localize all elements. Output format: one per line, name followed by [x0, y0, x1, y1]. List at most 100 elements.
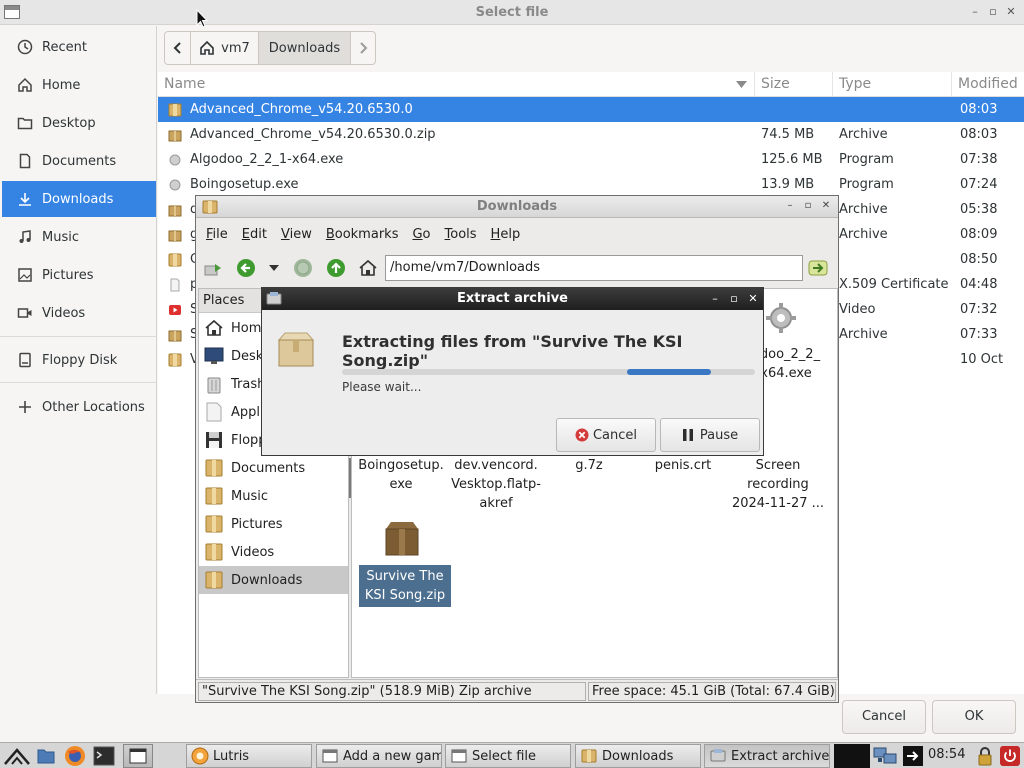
home-button[interactable] — [357, 257, 379, 279]
history-dropdown-button[interactable] — [263, 257, 285, 279]
file-manager-launcher[interactable] — [36, 746, 56, 766]
minimize-button[interactable]: – — [708, 292, 722, 306]
path-segment-home[interactable]: vm7 — [191, 32, 259, 64]
sidebar-item-recent[interactable]: Recent — [2, 29, 156, 65]
firefox-launcher[interactable] — [64, 745, 86, 767]
home-icon — [203, 317, 225, 339]
task-select-file[interactable]: Select file — [445, 744, 571, 768]
window-title: Select file — [475, 5, 549, 20]
places-item-label: Videos — [231, 544, 275, 560]
places-item-downloads[interactable]: Downloads — [199, 566, 348, 594]
file-row[interactable]: Boingosetup.exe 13.9 MB Program 07:24 — [158, 172, 1024, 197]
icon-label-g7z[interactable]: g.7z — [552, 456, 626, 475]
extract-pause-button[interactable]: Pause — [660, 418, 760, 452]
sidebar-item-other-locations[interactable]: Other Locations — [2, 389, 156, 425]
column-label: Size — [761, 76, 790, 92]
sidebar-item-videos[interactable]: Videos — [2, 295, 156, 331]
window-icon — [450, 747, 468, 765]
task-lutris[interactable]: Lutris — [186, 744, 312, 768]
menu-edit[interactable]: Edit — [242, 223, 267, 247]
menu-mnemonic: V — [280, 227, 290, 242]
icon-label-screen-recording[interactable]: Screen recording 2024-11-27 ... — [728, 456, 828, 513]
task-extract-archive[interactable]: Extract archive — [704, 744, 830, 768]
file-manager-titlebar[interactable]: Downloads – ▫ ✕ — [196, 196, 838, 218]
terminal-launcher[interactable] — [93, 745, 115, 767]
folder-icon — [203, 457, 225, 479]
sidebar-item-documents[interactable]: Documents — [2, 143, 156, 179]
extract-dialog-titlebar[interactable]: Extract archive – ▫ ✕ — [262, 288, 763, 310]
icon-label-penis-crt[interactable]: penis.crt — [640, 456, 726, 475]
extract-progress-bar — [342, 369, 755, 375]
column-header-type[interactable]: Type — [833, 72, 952, 97]
close-button[interactable]: ✕ — [1004, 5, 1018, 19]
column-header-size[interactable]: Size — [755, 72, 833, 97]
path-forward-button[interactable] — [351, 32, 375, 64]
path-segment-downloads[interactable]: Downloads — [259, 32, 351, 64]
close-button[interactable]: ✕ — [746, 292, 760, 306]
start-menu-button[interactable] — [2, 745, 32, 767]
menu-view[interactable]: View — [281, 223, 312, 247]
column-header-name[interactable]: Name — [158, 72, 755, 97]
maximize-button[interactable]: ▫ — [727, 292, 741, 306]
file-row[interactable]: Advanced_Chrome_v54.20.6530.0 08:03 — [158, 97, 1024, 122]
icon-label-vesktop[interactable]: dev.vencord. Vesktop.flatp- akref — [447, 456, 545, 513]
maximize-button[interactable]: ▫ — [802, 200, 814, 211]
menu-file[interactable]: File — [206, 223, 228, 247]
minimize-button[interactable]: – — [784, 200, 796, 211]
close-button[interactable]: ✕ — [820, 200, 832, 211]
places-item-pictures[interactable]: Pictures — [199, 510, 348, 538]
firefox-icon — [64, 745, 86, 767]
clock[interactable]: 08:54 — [928, 747, 965, 762]
menu-tools[interactable]: Tools — [445, 223, 477, 247]
window-title: Downloads — [476, 199, 558, 214]
file-row[interactable]: Advanced_Chrome_v54.20.6530.0.zip 74.5 MB… — [158, 122, 1024, 147]
path-back-button[interactable] — [165, 32, 191, 64]
places-item-videos[interactable]: Videos — [199, 538, 348, 566]
new-tab-button[interactable] — [202, 257, 224, 279]
file-type — [839, 347, 951, 372]
go-button[interactable] — [807, 257, 829, 279]
sidebar-item-pictures[interactable]: Pictures — [2, 257, 156, 293]
file-chooser-titlebar[interactable]: Select file – ▫ ✕ — [0, 0, 1024, 25]
lubuntu-menu-icon — [3, 746, 31, 766]
icon-label-survive-ksi[interactable]: Survive The KSI Song.zip — [359, 565, 451, 607]
column-header-modified[interactable]: Modified — [952, 72, 1024, 97]
network-tray-button[interactable] — [872, 745, 898, 767]
archive-icon — [709, 747, 727, 765]
up-button[interactable] — [325, 257, 347, 279]
pane-splitter[interactable] — [349, 458, 351, 498]
extract-cancel-button[interactable]: Cancel — [556, 418, 656, 452]
maximize-button[interactable]: ▫ — [986, 5, 1000, 19]
extract-archive-dialog: Extract archive – ▫ ✕ Extracting files f… — [261, 287, 764, 456]
places-item-documents[interactable]: Documents — [199, 454, 348, 482]
sidebar-item-floppy-disk[interactable]: Floppy Disk — [2, 342, 156, 378]
power-button[interactable] — [1000, 746, 1020, 766]
sidebar-item-music[interactable]: Music — [2, 219, 156, 255]
task-downloads[interactable]: Downloads — [575, 744, 701, 768]
places-item-music[interactable]: Music — [199, 482, 348, 510]
lock-screen-button[interactable] — [976, 746, 994, 766]
show-desktop-button[interactable] — [123, 744, 153, 768]
sidebar-item-label: Desktop — [42, 115, 96, 131]
menu-go[interactable]: Go — [412, 223, 430, 247]
taskbar: Lutris Add a new game Select file Downlo… — [0, 742, 1024, 768]
exit-icon — [902, 745, 924, 767]
logout-tray-button[interactable] — [902, 745, 924, 767]
sidebar-item-home[interactable]: Home — [2, 67, 156, 103]
forward-button[interactable] — [292, 257, 314, 279]
archive-icon[interactable] — [382, 519, 422, 557]
sidebar-item-downloads[interactable]: Downloads — [2, 181, 156, 217]
icon-label-boingosetup[interactable]: Boingosetup. exe — [355, 456, 447, 494]
ok-button[interactable]: OK — [932, 700, 1016, 734]
up-arrow-icon — [326, 258, 346, 278]
sidebar-item-desktop[interactable]: Desktop — [2, 105, 156, 141]
menu-help[interactable]: Help — [491, 223, 521, 247]
cancel-button[interactable]: Cancel — [842, 700, 926, 734]
file-row[interactable]: Algodoo_2_2_1-x64.exe 125.6 MB Program 07:3… — [158, 147, 1024, 172]
minimize-button[interactable]: – — [968, 5, 982, 19]
task-add-a-new-game[interactable]: Add a new game — [316, 744, 442, 768]
file-size — [761, 97, 833, 122]
back-button[interactable] — [235, 257, 257, 279]
menu-bookmarks[interactable]: Bookmarks — [326, 223, 399, 247]
location-bar[interactable]: /home/vm7/Downloads — [385, 255, 803, 281]
